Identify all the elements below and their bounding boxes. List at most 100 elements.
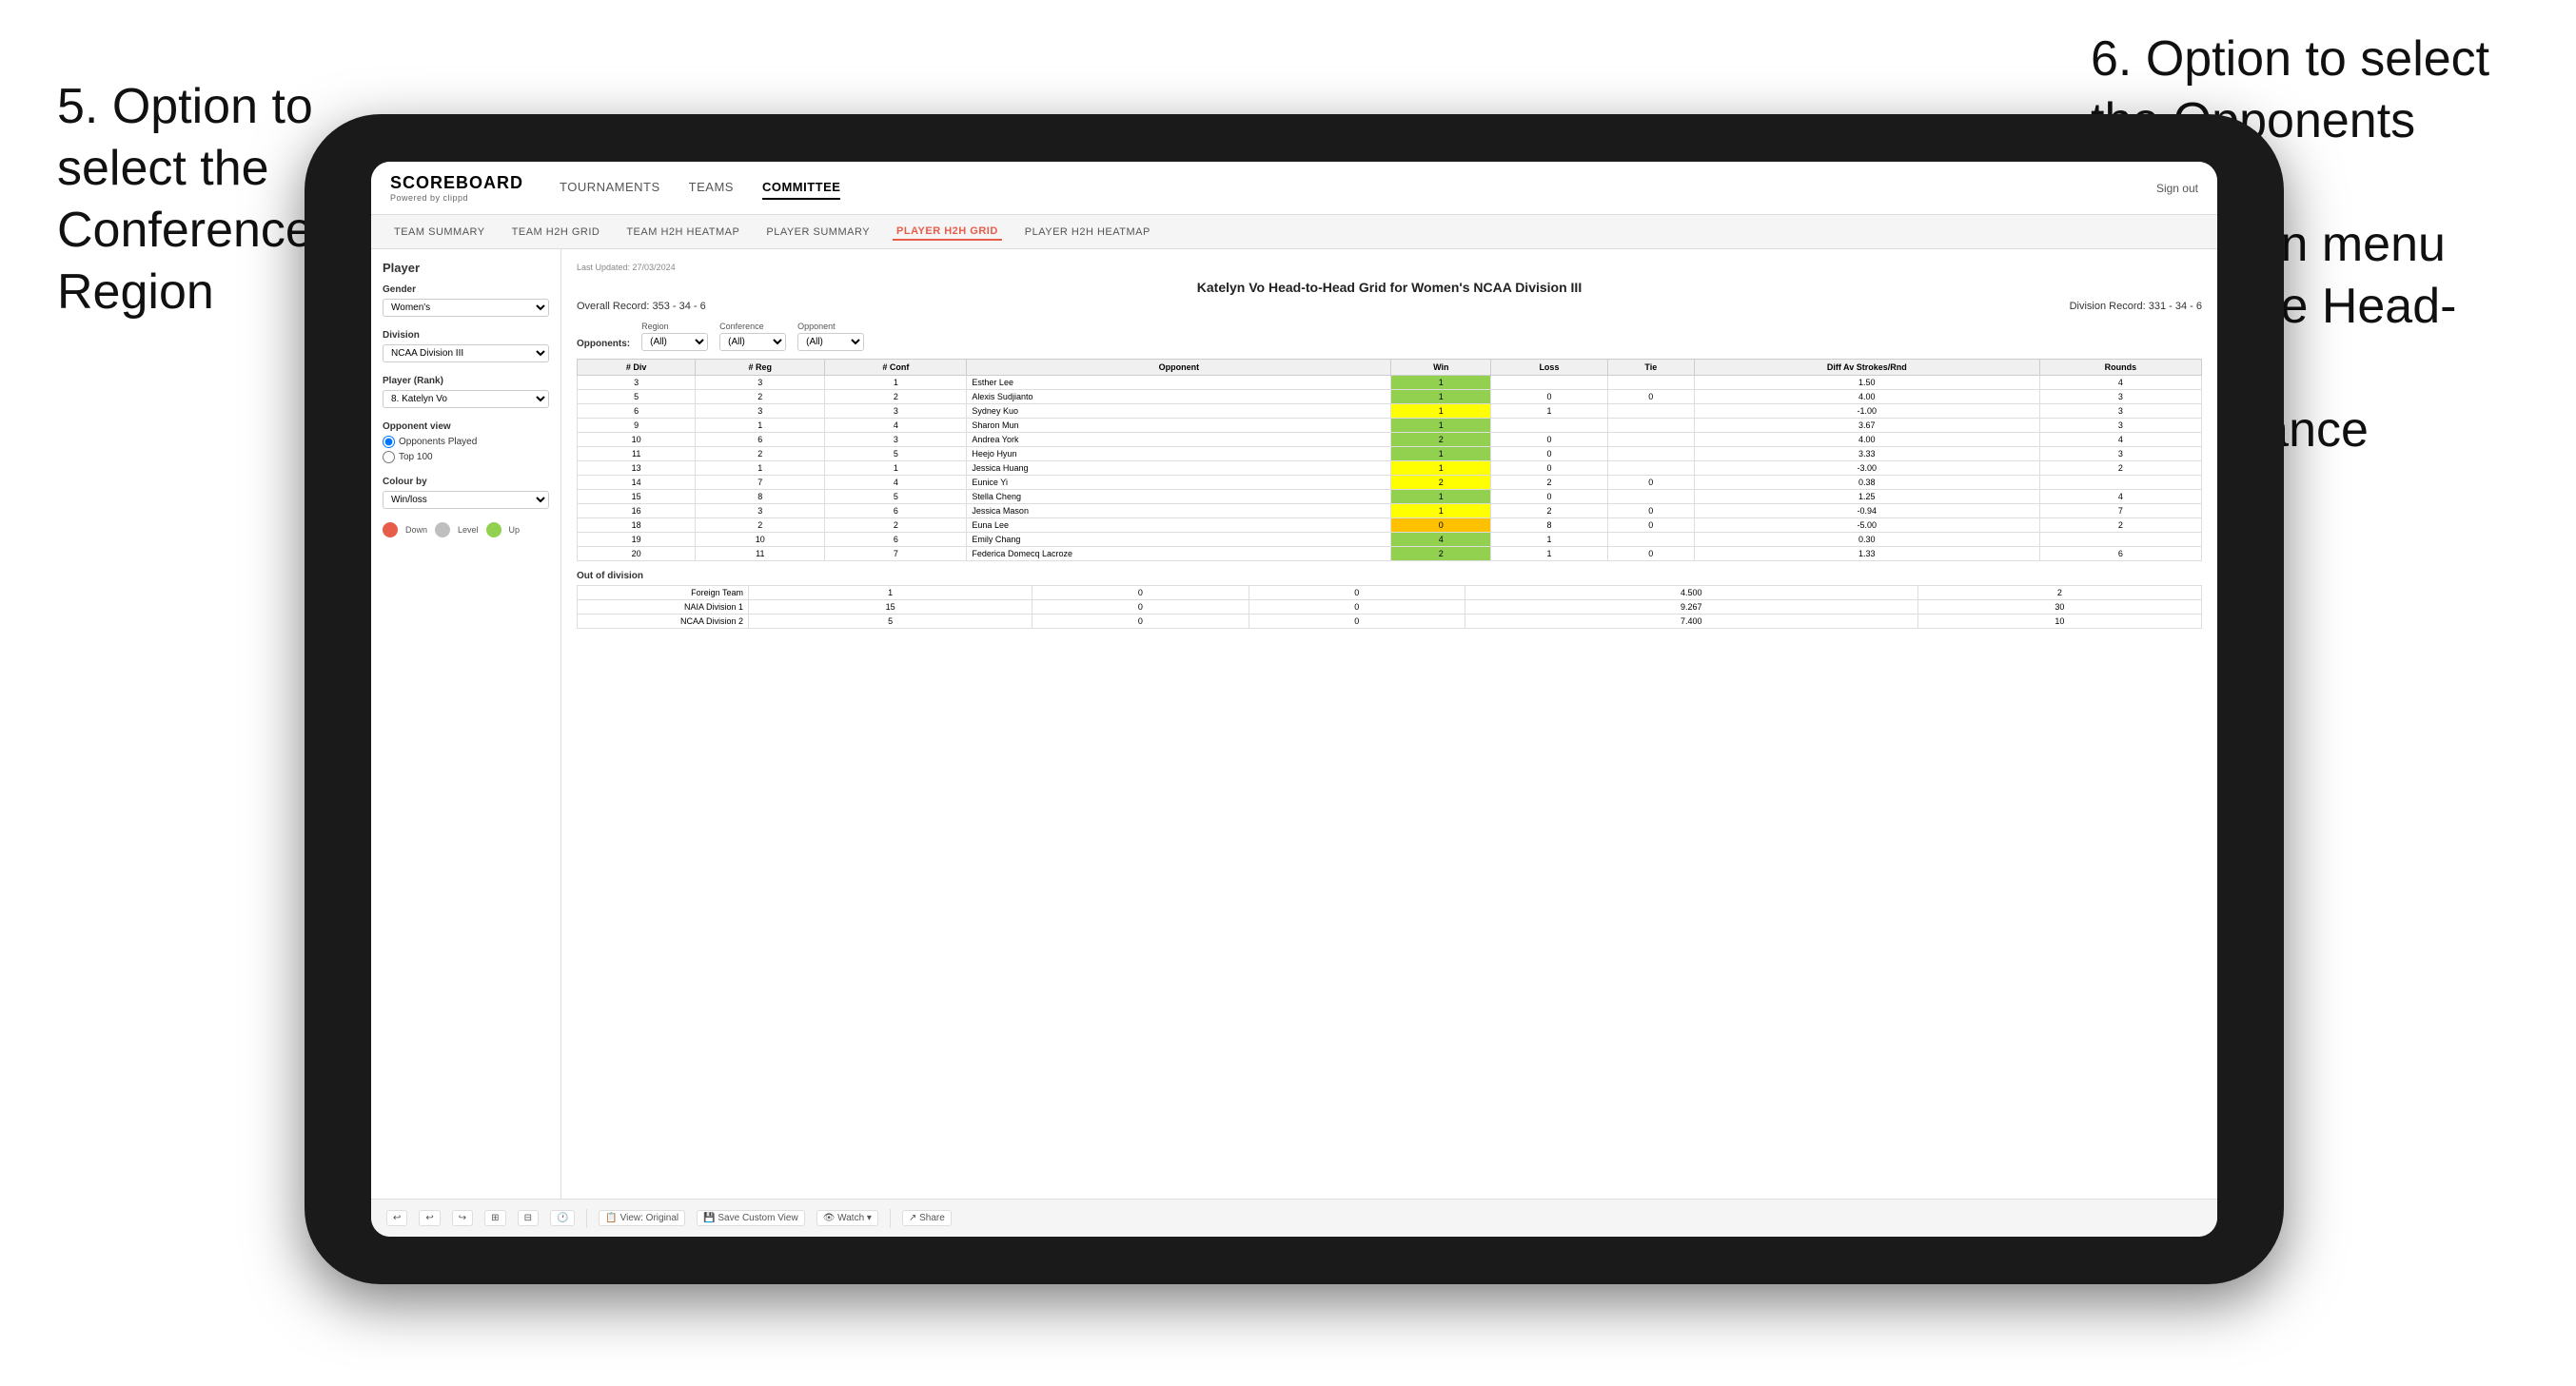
table-row: 19 10 6 Emily Chang 4 1 0.30	[578, 533, 2202, 547]
cell-conf: 1	[825, 461, 967, 476]
table-body: 3 3 1 Esther Lee 1 1.50 4 5 2 2 Alexis S…	[578, 376, 2202, 561]
toolbar-share[interactable]: ↗ Share	[902, 1210, 952, 1226]
cell-conf: 2	[825, 518, 967, 533]
cell-div: 3	[578, 376, 696, 390]
sidebar-colour-by-select[interactable]: Win/loss	[383, 491, 549, 509]
ood-cell-tie: 0	[1249, 600, 1465, 615]
th-opponent: Opponent	[967, 360, 1391, 376]
sidebar-player-rank-label: Player (Rank)	[383, 376, 549, 386]
cell-win: 1	[1391, 447, 1491, 461]
cell-conf: 6	[825, 533, 967, 547]
ood-cell-name: Foreign Team	[578, 586, 749, 600]
filter-region-select[interactable]: (All)	[641, 333, 708, 351]
sidebar-radio-opponents-played[interactable]: Opponents Played	[383, 436, 549, 448]
cell-tie: 0	[1607, 476, 1694, 490]
out-of-division-label: Out of division	[577, 571, 2202, 581]
grid-header: Katelyn Vo Head-to-Head Grid for Women's…	[577, 280, 2202, 295]
subnav-team-summary[interactable]: TEAM SUMMARY	[390, 224, 489, 240]
cell-loss: 2	[1491, 476, 1607, 490]
opponents-label: Opponents:	[577, 339, 630, 351]
cell-conf: 2	[825, 390, 967, 404]
ood-table-row: NCAA Division 2 5 0 0 7.400 10	[578, 615, 2202, 629]
filter-row: Opponents: Region (All) Conference (All)	[577, 322, 2202, 351]
toolbar-clock[interactable]: 🕐	[550, 1210, 575, 1226]
cell-rounds: 3	[2039, 419, 2201, 433]
cell-tie: 0	[1607, 547, 1694, 561]
cell-win: 1	[1391, 376, 1491, 390]
subnav-team-h2h-grid[interactable]: TEAM H2H GRID	[508, 224, 604, 240]
sidebar-player-rank-select[interactable]: 8. Katelyn Vo	[383, 390, 549, 408]
filter-opponent-label: Opponent	[797, 322, 864, 331]
sidebar-opponent-view-label: Opponent view	[383, 421, 549, 432]
toolbar-save-custom[interactable]: 💾 Save Custom View	[697, 1210, 805, 1226]
logo-wrap: SCOREBOARD Powered by clippd	[390, 174, 531, 203]
cell-win: 1	[1391, 404, 1491, 419]
cell-diff: -0.94	[1694, 504, 2039, 518]
cell-win: 2	[1391, 433, 1491, 447]
cell-loss	[1491, 376, 1607, 390]
bottom-toolbar: ↩ ↩ ↪ ⊞ ⊟ 🕐 📋 View: Original 💾 Save Cust…	[371, 1199, 2217, 1237]
cell-conf: 7	[825, 547, 967, 561]
cell-name: Euna Lee	[967, 518, 1391, 533]
toolbar-view-original[interactable]: 📋 View: Original	[599, 1210, 685, 1226]
sign-out[interactable]: Sign out	[2156, 182, 2198, 195]
cell-win: 1	[1391, 419, 1491, 433]
filter-conference-select[interactable]: (All)	[719, 333, 786, 351]
subnav-team-h2h-heatmap[interactable]: TEAM H2H HEATMAP	[622, 224, 743, 240]
cell-rounds: 4	[2039, 490, 2201, 504]
grid-title: Katelyn Vo Head-to-Head Grid for Women's…	[577, 280, 2202, 295]
table-header-row: # Div # Reg # Conf Opponent Win Loss Tie…	[578, 360, 2202, 376]
cell-rounds: 4	[2039, 433, 2201, 447]
toolbar-paste[interactable]: ⊟	[518, 1210, 539, 1226]
cell-tie: 0	[1607, 518, 1694, 533]
toolbar-undo[interactable]: ↩	[386, 1210, 407, 1226]
cell-name: Andrea York	[967, 433, 1391, 447]
cell-rounds: 3	[2039, 447, 2201, 461]
subnav-player-summary[interactable]: PLAYER SUMMARY	[762, 224, 874, 240]
cell-loss: 0	[1491, 390, 1607, 404]
cell-diff: -1.00	[1694, 404, 2039, 419]
main-data-table: # Div # Reg # Conf Opponent Win Loss Tie…	[577, 359, 2202, 561]
cell-tie: 0	[1607, 390, 1694, 404]
nav-tournaments[interactable]: TOURNAMENTS	[560, 176, 660, 200]
ood-table-row: Foreign Team 1 0 0 4.500 2	[578, 586, 2202, 600]
toolbar-redo[interactable]: ↪	[452, 1210, 473, 1226]
cell-reg: 11	[696, 547, 825, 561]
sidebar-opponent-view-section: Opponent view Opponents Played Top 100	[383, 421, 549, 463]
table-row: 10 6 3 Andrea York 2 0 4.00 4	[578, 433, 2202, 447]
toolbar-watch[interactable]: 👁 Watch ▾	[816, 1210, 878, 1226]
subnav-player-h2h-heatmap[interactable]: PLAYER H2H HEATMAP	[1021, 224, 1154, 240]
sidebar-opponent-view-radios: Opponents Played Top 100	[383, 436, 549, 463]
filter-conference-group: Conference (All)	[719, 322, 786, 351]
ood-cell-win: 15	[749, 600, 1032, 615]
cell-loss: 2	[1491, 504, 1607, 518]
cell-reg: 3	[696, 376, 825, 390]
color-dot-up	[486, 522, 501, 537]
sidebar-division-select[interactable]: NCAA Division III	[383, 344, 549, 362]
sidebar-gender-select[interactable]: Women's	[383, 299, 549, 317]
annotation-right-line1: 6. Option to select	[2091, 31, 2489, 87]
annotation-left-line2: select the	[57, 141, 269, 196]
filter-opponent-group: Opponent (All)	[797, 322, 864, 351]
table-row: 20 11 7 Federica Domecq Lacroze 2 1 0 1.…	[578, 547, 2202, 561]
th-diff: Diff Av Strokes/Rnd	[1694, 360, 2039, 376]
cell-reg: 3	[696, 404, 825, 419]
ood-cell-tie: 0	[1249, 586, 1465, 600]
cell-name: Emily Chang	[967, 533, 1391, 547]
subnav-player-h2h-grid[interactable]: PLAYER H2H GRID	[893, 224, 1002, 241]
toolbar-undo2[interactable]: ↩	[419, 1210, 440, 1226]
nav-teams[interactable]: TEAMS	[689, 176, 734, 200]
cell-loss: 8	[1491, 518, 1607, 533]
table-row: 15 8 5 Stella Cheng 1 0 1.25 4	[578, 490, 2202, 504]
cell-win: 4	[1391, 533, 1491, 547]
toolbar-copy[interactable]: ⊞	[484, 1210, 505, 1226]
cell-rounds: 4	[2039, 376, 2201, 390]
filter-opponent-select[interactable]: (All)	[797, 333, 864, 351]
cell-diff: 4.00	[1694, 390, 2039, 404]
nav-committee[interactable]: COMMITTEE	[762, 176, 841, 200]
cell-diff: -5.00	[1694, 518, 2039, 533]
cell-conf: 4	[825, 419, 967, 433]
sidebar-colour-by-section: Colour by Win/loss	[383, 477, 549, 509]
sidebar-radio-top100[interactable]: Top 100	[383, 451, 549, 463]
cell-diff: 0.38	[1694, 476, 2039, 490]
